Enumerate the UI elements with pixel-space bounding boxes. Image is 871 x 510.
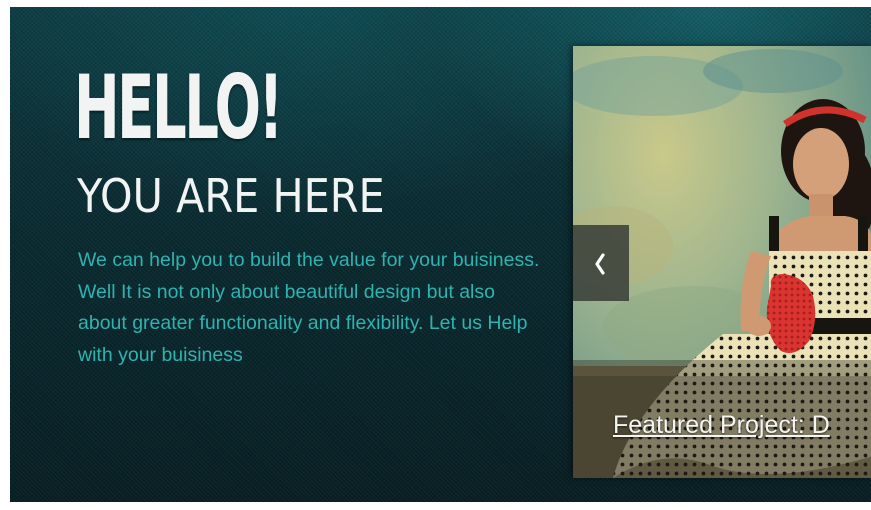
hero-intro-text: We can help you to build the value for y… (78, 249, 540, 366)
chevron-left-icon (595, 253, 605, 275)
featured-project-caption-link[interactable]: Featured Project: D (613, 410, 830, 440)
hero-headline: HELLO! (74, 56, 283, 159)
hero-subheadline: YOU ARE HERE (77, 169, 385, 223)
slider-prev-button[interactable] (573, 225, 629, 301)
page-frame: HELLO! YOU ARE HERE We can help you to b… (0, 0, 871, 510)
